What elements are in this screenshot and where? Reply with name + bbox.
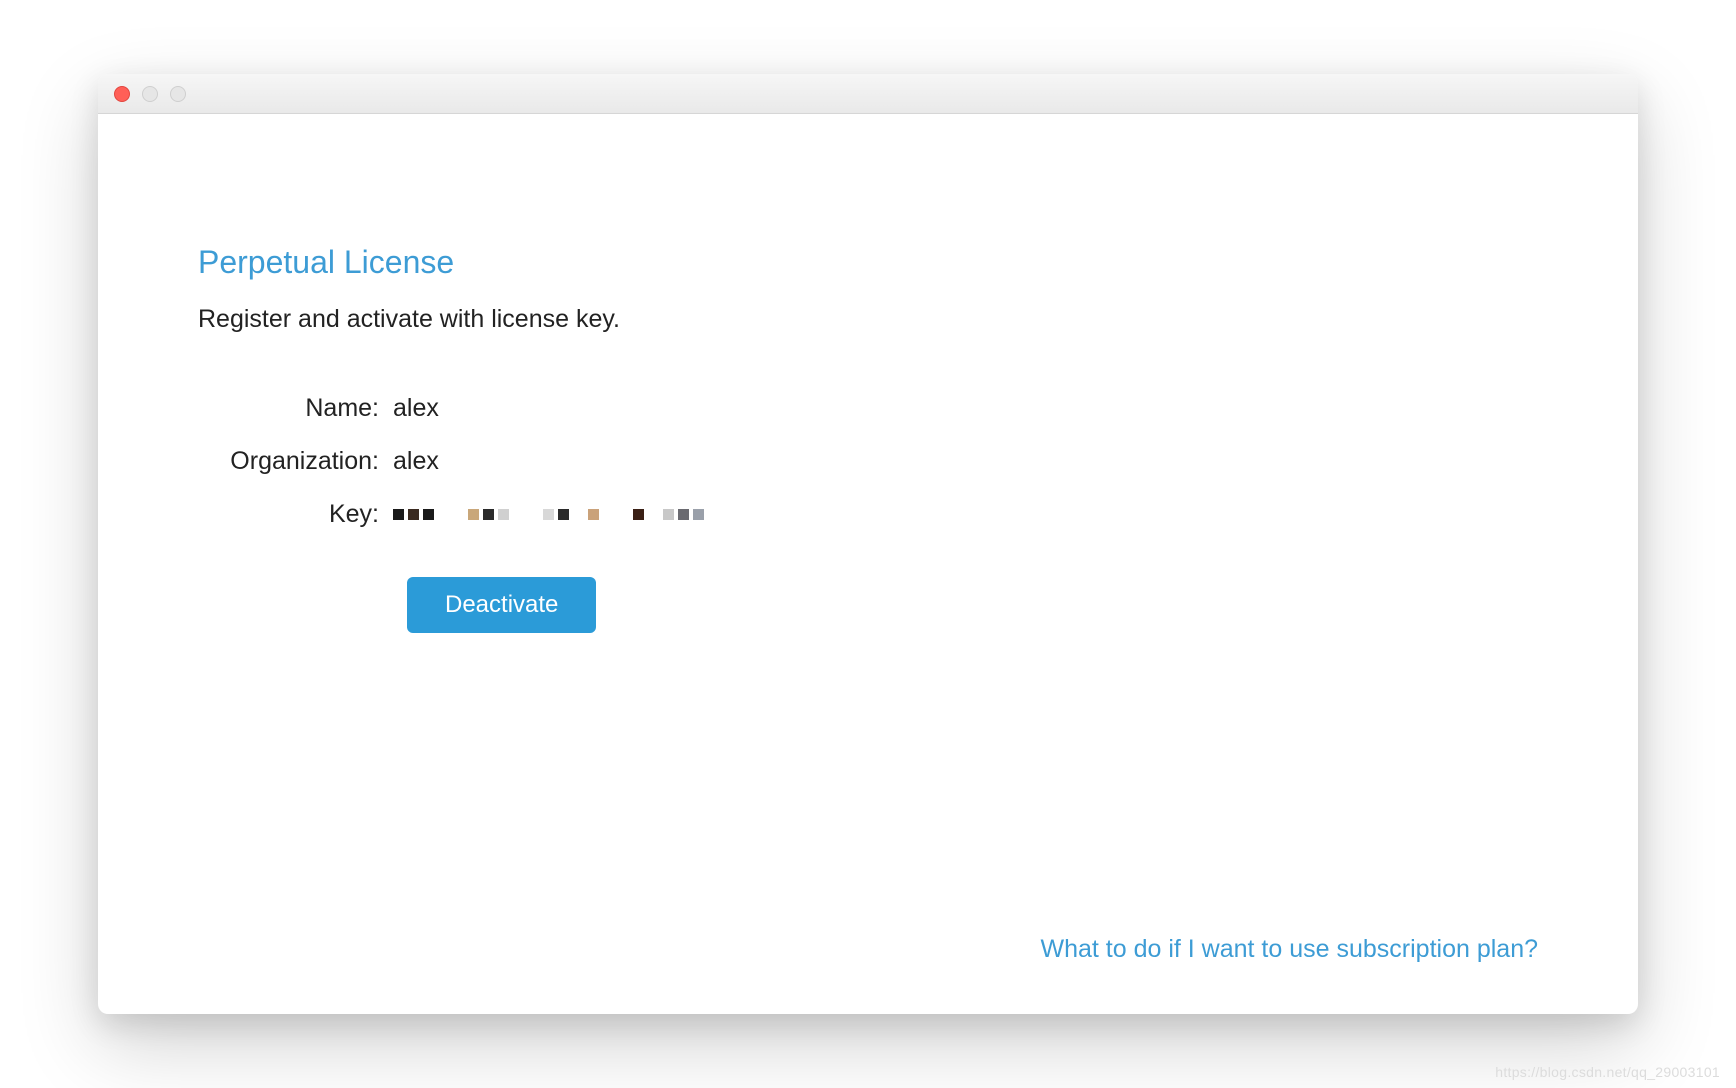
key-row: Key: xyxy=(198,500,1538,529)
page-title: Perpetual License xyxy=(198,244,1538,281)
organization-row: Organization: alex xyxy=(198,447,1538,476)
organization-value: alex xyxy=(393,447,439,476)
subscription-plan-link[interactable]: What to do if I want to use subscription… xyxy=(1041,935,1539,964)
window-titlebar xyxy=(98,74,1638,114)
license-content: Perpetual License Register and activate … xyxy=(98,114,1638,1014)
name-label: Name: xyxy=(198,394,393,423)
license-window: Perpetual License Register and activate … xyxy=(98,74,1638,1014)
organization-label: Organization: xyxy=(198,447,393,476)
license-form: Name: alex Organization: alex Key: xyxy=(198,394,1538,529)
button-row: Deactivate xyxy=(407,577,1538,633)
page-subtitle: Register and activate with license key. xyxy=(198,305,1538,334)
key-label: Key: xyxy=(198,500,393,529)
name-row: Name: alex xyxy=(198,394,1538,423)
minimize-icon[interactable] xyxy=(142,86,158,102)
deactivate-button[interactable]: Deactivate xyxy=(407,577,596,633)
watermark-text: https://blog.csdn.net/qq_29003101 xyxy=(1495,1064,1720,1080)
zoom-icon[interactable] xyxy=(170,86,186,102)
close-icon[interactable] xyxy=(114,86,130,102)
key-value-obscured xyxy=(393,509,704,520)
name-value: alex xyxy=(393,394,439,423)
